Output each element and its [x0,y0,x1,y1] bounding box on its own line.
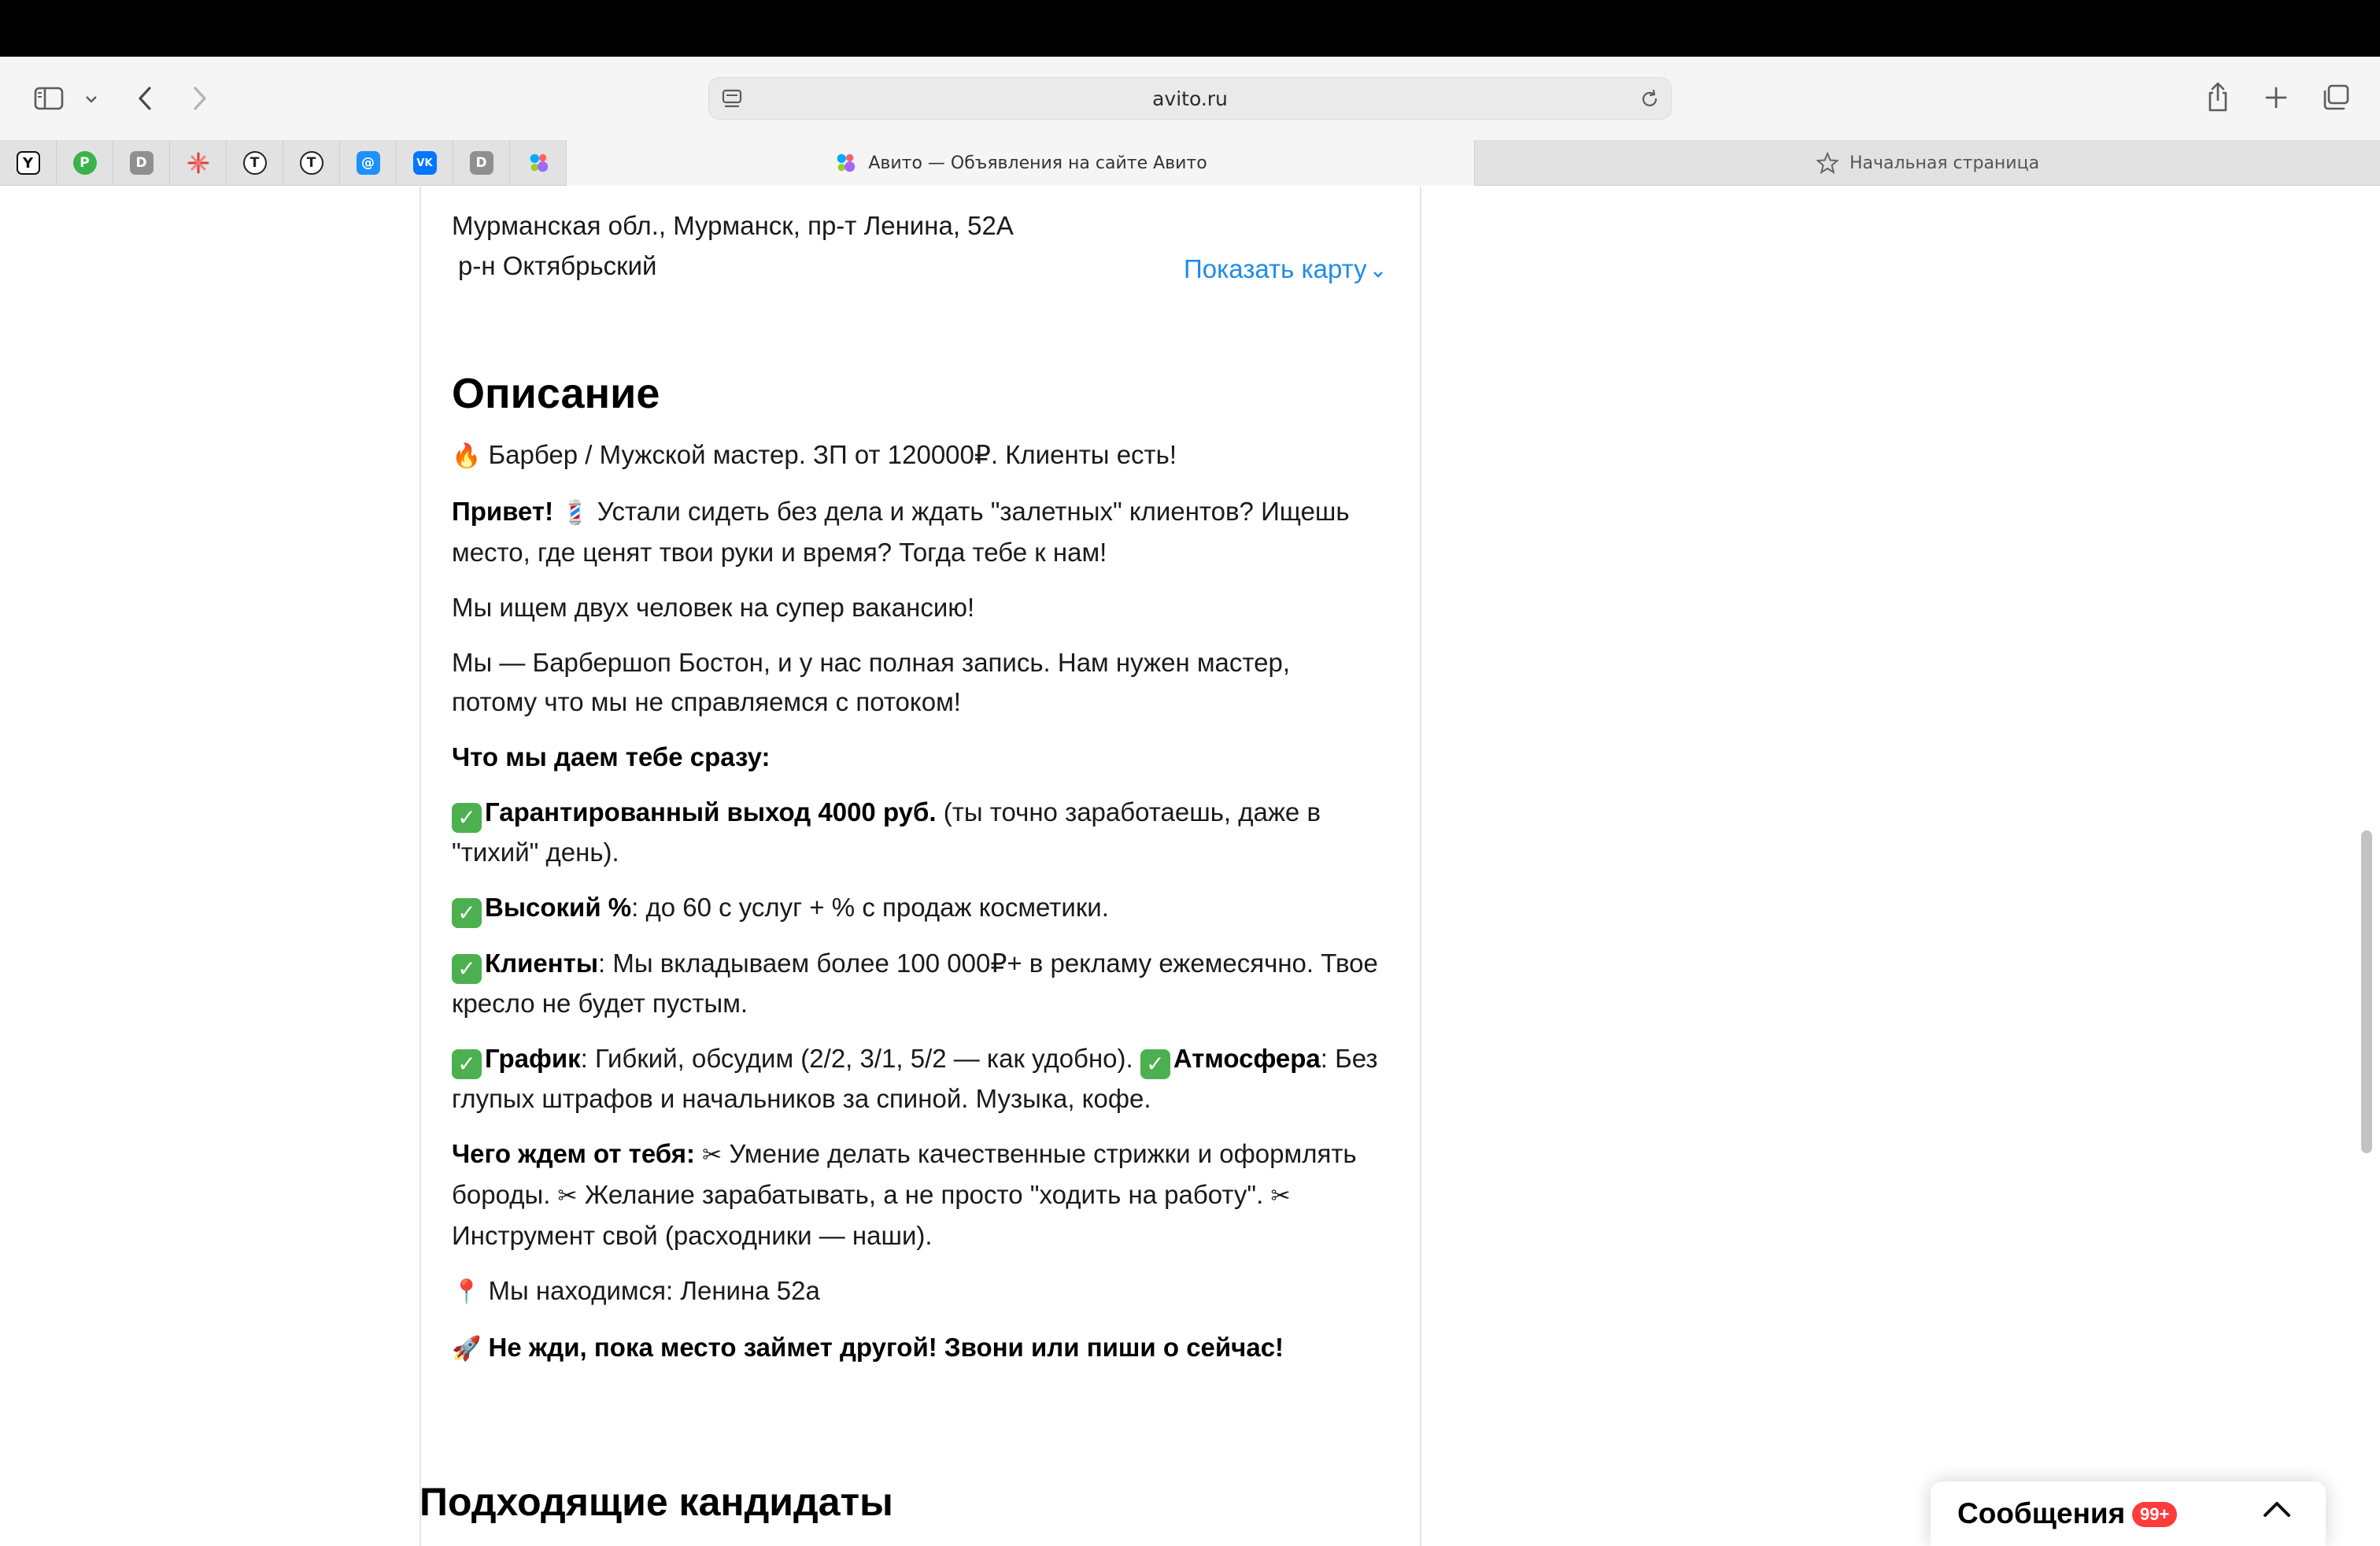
district-line: р-н Октябрьский [458,251,657,280]
description-paragraph: Мы ищем двух человек на супер вакансию! [452,593,975,622]
description-paragraph: ✓ Клиенты: Мы вкладываем более 100 000₽+ … [452,949,1378,1018]
d-icon: D [129,151,153,175]
favorite-t1[interactable]: T [227,140,283,186]
favorites-bar: Y P D T T @ VK D [0,140,567,186]
favorite-sber[interactable] [170,140,227,186]
page-viewport: Мурманская обл., Мурманск, пр-т Ленина, … [0,187,2380,1546]
description-paragraph: ✓ График: Гибкий, обсудим (2/2, 3/1, 5/2 … [452,1044,1378,1113]
check-mark-icon: ✓ [452,1049,482,1079]
barber-pole-icon: 💈 [560,499,590,527]
description-paragraph: Что мы даем тебе сразу: [452,742,771,771]
favorite-vk[interactable]: VK [397,140,453,186]
pin-icon: 📍 [452,1278,482,1306]
chevron-down-icon [86,96,97,103]
chevron-down-icon [1372,251,1384,290]
favorite-avito[interactable] [510,140,567,186]
unread-badge: 99+ [2132,1502,2178,1527]
yandex-icon: Y [16,151,40,175]
rocket-icon: 🚀 [452,1335,482,1363]
tab-strip: Y P D T T @ VK D Авито — Объявления на с… [0,140,2380,186]
address-bar[interactable]: avito.ru [708,77,1672,120]
sidebar-menu-chevron-button[interactable] [82,90,101,109]
description-paragraph: 🔥 Барбер / Мужской мастер. ЗП от 120000₽… [452,435,1380,476]
t-circle-icon: T [299,151,323,175]
messages-widget[interactable]: Сообщения 99+ [1931,1481,2326,1546]
green-p-icon: P [72,151,97,175]
candidates-heading: Подходящие кандидаты [419,1480,893,1524]
url-text[interactable]: avito.ru [709,78,1671,120]
favorite-d[interactable]: D [113,140,170,186]
plus-icon [2265,87,2287,109]
share-button[interactable] [2202,79,2234,115]
screen-top-bezel [0,0,2380,57]
description-paragraph: 📍 Мы находимся: Ленина 52а [452,1271,1380,1312]
back-button[interactable] [132,83,157,113]
description-paragraph: Мы — Барбершоп Бостон, и у нас полная за… [452,648,1290,716]
scissors-icon: ✂ [557,1182,578,1210]
chevron-up-icon[interactable] [2261,1499,2293,1523]
description-paragraph: 🚀 Не жди, пока место займет другой! Звон… [452,1328,1380,1369]
scissors-icon: ✂ [1270,1182,1291,1210]
t-circle-icon: T [242,151,267,175]
tab-overview-button[interactable] [2320,82,2352,113]
fire-icon: 🔥 [452,442,482,470]
messages-label: Сообщения [1957,1497,2126,1529]
avito-icon [527,151,550,175]
description-paragraph: Чего ждем от тебя: ✂ Умение делать качес… [452,1134,1380,1256]
description-paragraph: ✓ Высокий %: до 60 с услуг + % с продаж к… [452,888,1380,928]
chevron-right-icon [194,87,206,110]
d-icon: D [469,151,493,175]
tab-title: Начальная страница [1849,153,2040,173]
show-map-link[interactable]: Показать карту [1184,250,1384,290]
description-paragraph: ✓ Гарантированный выход 4000 руб. (ты точ… [452,797,1321,867]
description-paragraph: Привет! 💈 Устали сидеть без дела и ждать… [452,492,1380,572]
avito-icon [833,151,857,175]
favorite-mail[interactable]: @ [340,140,397,186]
scissors-icon: ✂ [702,1141,722,1169]
check-mark-icon: ✓ [452,803,482,833]
favorite-t2[interactable]: T [283,140,340,186]
vk-icon: VK [412,151,437,175]
check-mark-icon: ✓ [1140,1049,1170,1079]
check-mark-icon: ✓ [452,898,482,928]
page-scrollbar[interactable] [2361,830,2372,1153]
description-heading: Описание [452,370,660,417]
share-icon [2208,82,2227,112]
sidebar-toggle-button[interactable] [30,85,68,112]
mail-at-icon: @ [356,151,380,175]
tab-avito[interactable]: Авито — Объявления на сайте Авито [567,140,1475,186]
sber-icon [187,151,210,175]
reload-icon[interactable] [1639,89,1660,113]
tab-title: Авито — Объявления на сайте Авито [868,153,1207,173]
favorite-d2[interactable]: D [453,140,510,186]
sidebar-icon [34,87,64,110]
new-tab-button[interactable] [2262,83,2290,112]
tab-overview-icon [2323,84,2349,110]
tab-start-page[interactable]: Начальная страница [1476,140,2380,186]
show-map-label: Показать карту [1184,254,1367,283]
chevron-left-icon [139,87,151,110]
star-icon [1816,152,1839,174]
favorite-green-p[interactable]: P [57,140,113,186]
favorite-yandex[interactable]: Y [0,140,57,186]
forward-button[interactable] [187,83,213,113]
description-body: 🔥 Барбер / Мужской мастер. ЗП от 120000₽… [452,435,1380,1385]
address-line: Мурманская обл., Мурманск, пр-т Ленина, … [452,211,1014,240]
browser-toolbar: avito.ru [0,57,2380,140]
check-mark-icon: ✓ [452,954,482,984]
